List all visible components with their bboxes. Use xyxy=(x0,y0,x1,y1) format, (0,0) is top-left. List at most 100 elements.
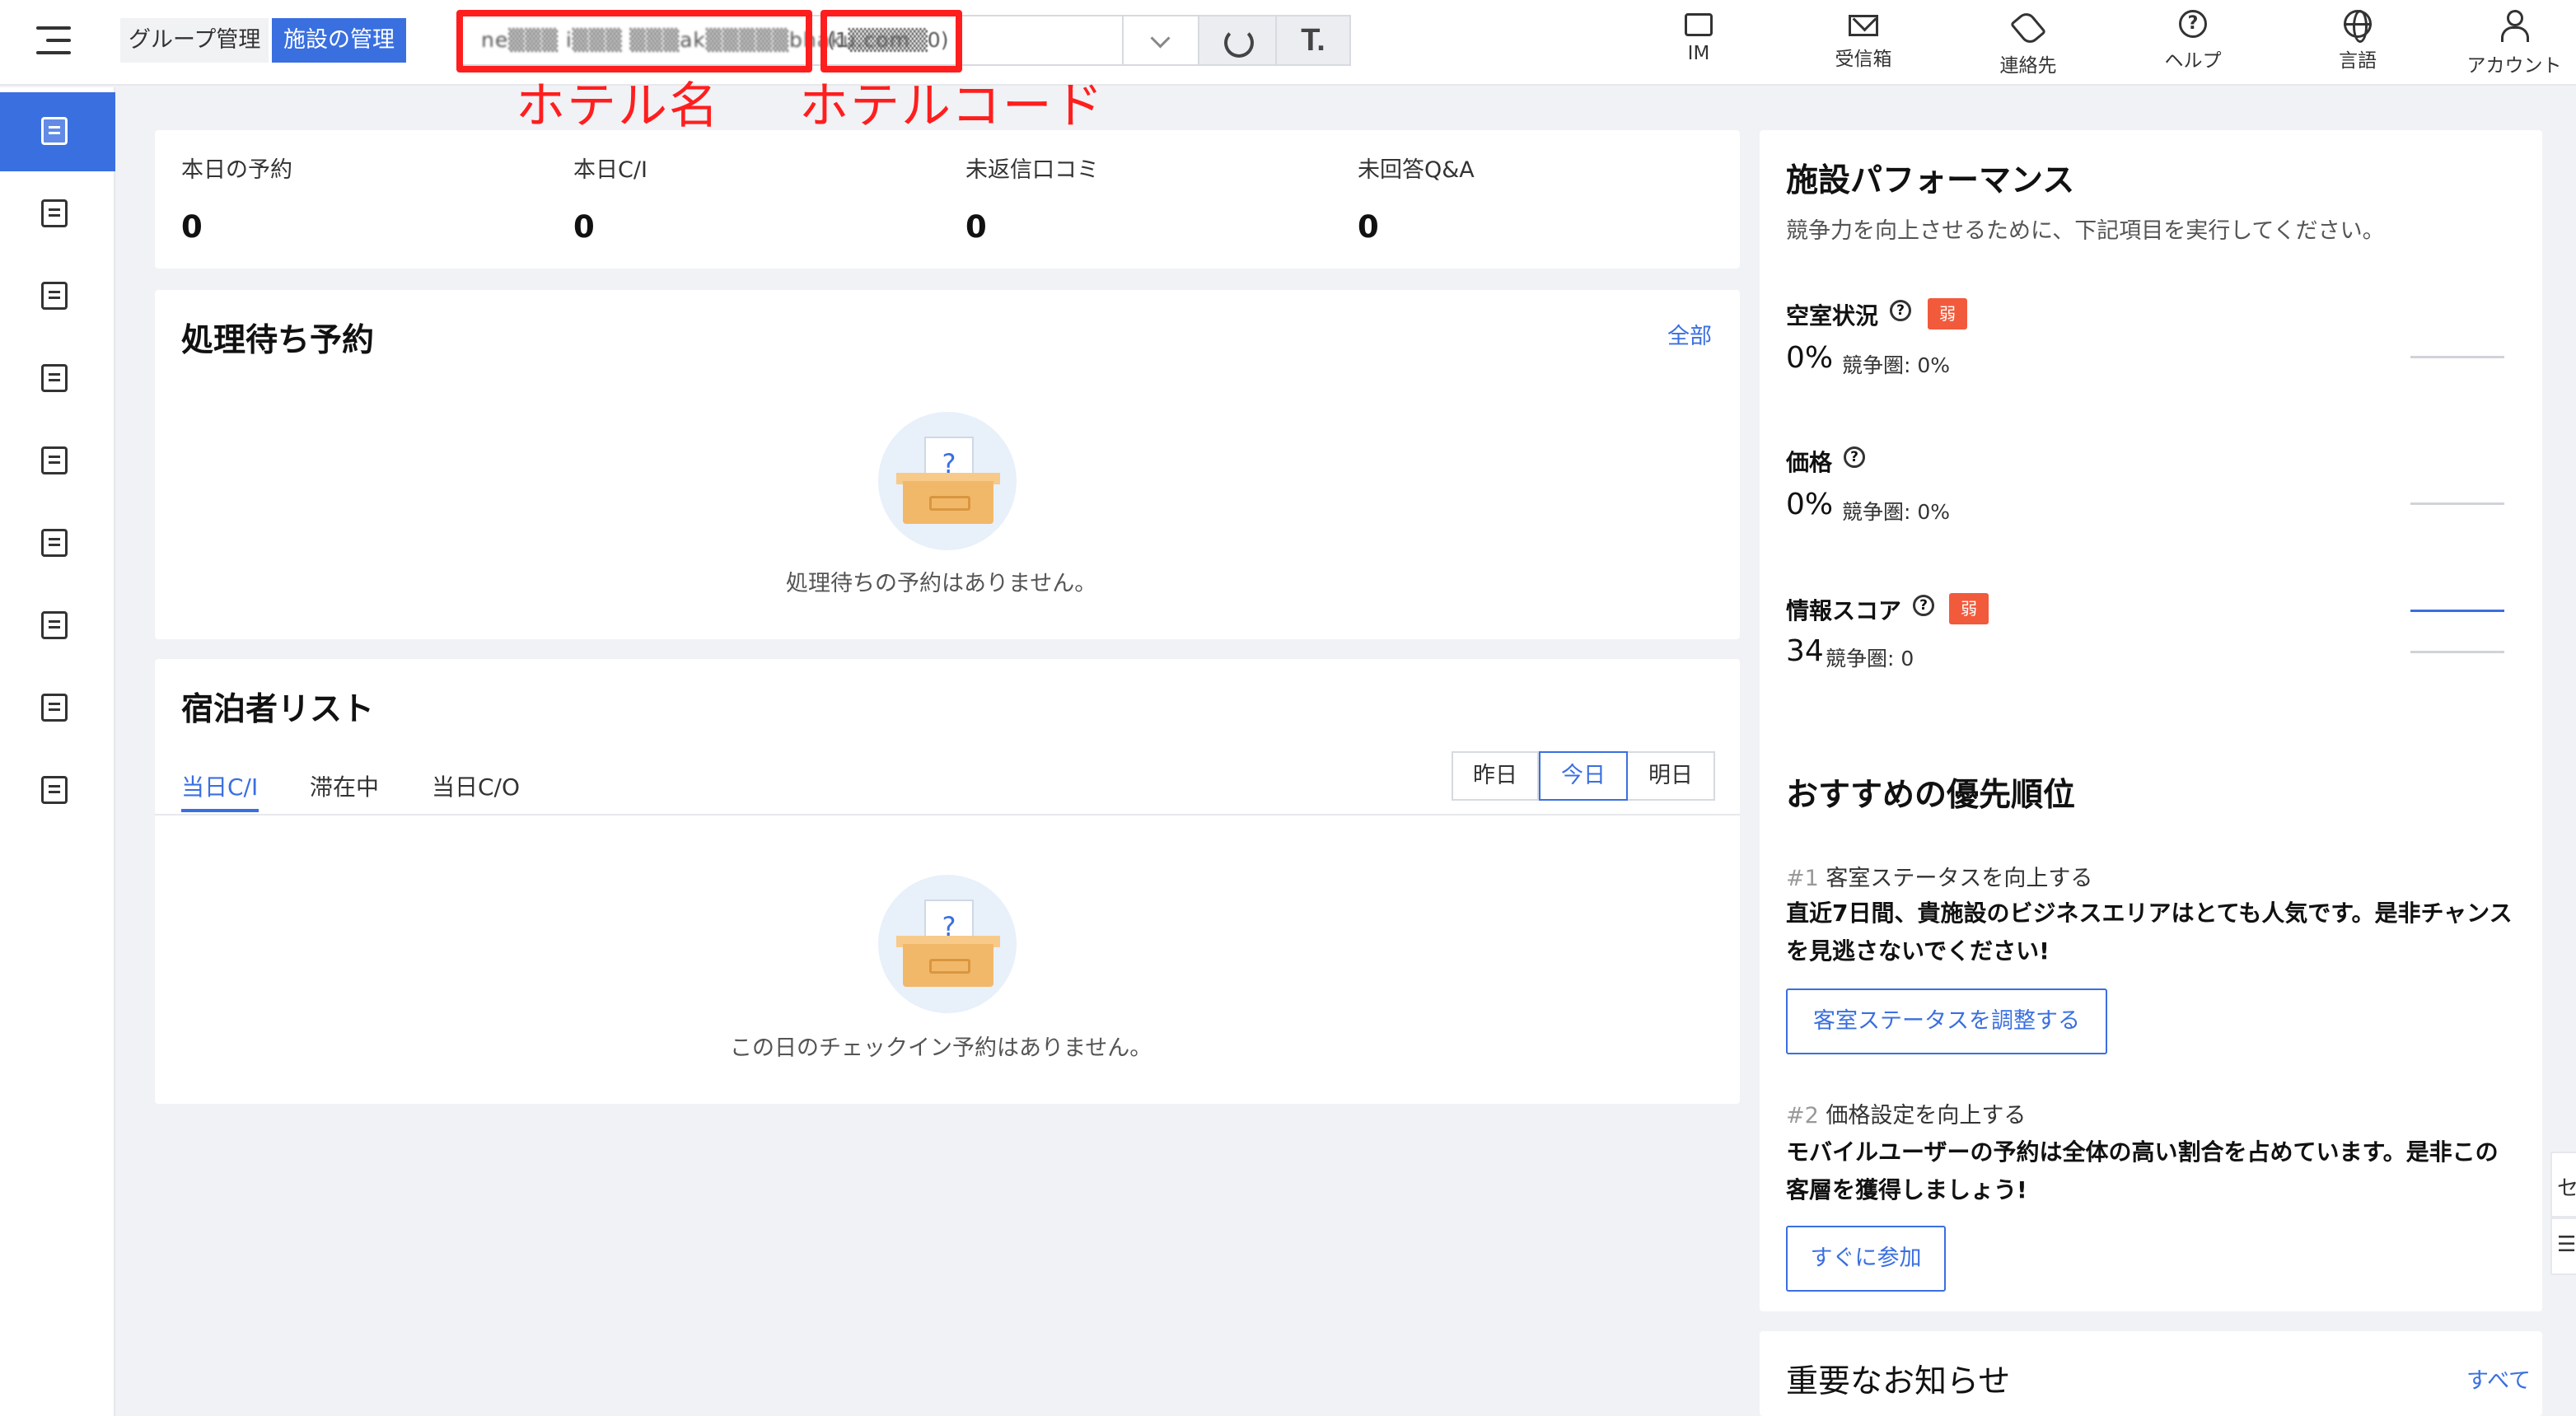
help-icon[interactable]: ? xyxy=(1890,300,1911,321)
day-yesterday-button[interactable]: 昨日 xyxy=(1453,753,1539,799)
notice-title: 重要なお知らせ xyxy=(1786,1363,2011,1400)
guest-list-title: 宿泊者リスト xyxy=(181,691,375,728)
active-tab-underline xyxy=(181,809,259,812)
text-tool-button[interactable]: T. xyxy=(1275,16,1349,64)
chevron-down-icon[interactable] xyxy=(1122,16,1198,64)
nav-contacts[interactable]: 連絡先 xyxy=(1962,8,2094,77)
weak-badge: 弱 xyxy=(1928,298,1967,329)
metric-availability-label: 空室状況 xyxy=(1786,302,1879,329)
join-now-button[interactable]: すぐに参加 xyxy=(1786,1226,1946,1292)
home-icon xyxy=(41,282,68,310)
hotel-code-highlight xyxy=(820,10,962,72)
notice-card: 重要なお知らせ すべて xyxy=(1760,1331,2542,1416)
stat-value-reservations[interactable]: 0 xyxy=(181,209,203,245)
facility-management-tab[interactable]: 施設の管理 xyxy=(272,18,406,63)
day-today-button[interactable]: 今日 xyxy=(1539,751,1628,801)
recommend-2-body-line2: 客層を獲得しましょう! xyxy=(1786,1176,2027,1203)
metric-info-score-label: 情報スコア xyxy=(1786,597,1902,624)
stat-value-reviews[interactable]: 0 xyxy=(965,209,987,245)
metric-price-sparkline xyxy=(2410,502,2504,505)
recommend-1-body-line1: 直近7日間、貴施設のビジネスエリアはとても人気です。是非チャンス xyxy=(1786,900,2513,927)
nav-inbox[interactable]: 受信箱 xyxy=(1798,8,1929,77)
dashboard-icon xyxy=(41,117,68,145)
sidebar-item-analytics[interactable] xyxy=(0,504,115,583)
metric-info-score-comp-sparkline xyxy=(2410,651,2504,653)
pending-title: 処理待ち予約 xyxy=(181,322,375,359)
stat-value-qa[interactable]: 0 xyxy=(1358,209,1379,245)
sidebar-item-list[interactable] xyxy=(0,422,115,501)
recommend-1-body-line2: を見逃さないでください! xyxy=(1786,937,2050,965)
pending-reservations-card: 処理待ち予約 全部 ? 処理待ちの予約はありません。 xyxy=(155,290,1740,639)
nav-language[interactable]: 言語 xyxy=(2292,8,2424,77)
adjust-room-status-button[interactable]: 客室ステータスを調整する xyxy=(1786,988,2107,1054)
sidebar-item-person[interactable] xyxy=(0,669,115,748)
mail-icon xyxy=(1849,15,1878,36)
globe-icon xyxy=(2344,10,2372,43)
sidebar xyxy=(0,87,115,1416)
tab-checkin-today[interactable]: 当日C/I xyxy=(181,769,258,802)
top-bar: グループ管理 施設の管理 ne▒▒▒ i▒▒▒ ▒▒▒ak▒▒▒▒▒bhaku.… xyxy=(0,0,2576,86)
nav-im[interactable]: IM xyxy=(1633,8,1765,77)
nav-account[interactable]: アカウント xyxy=(2457,8,2572,77)
pending-all-link[interactable]: 全部 xyxy=(1667,318,1712,350)
metric-price-comp: 競争圏: 0% xyxy=(1842,500,1951,524)
stat-label-reservations: 本日の予約 xyxy=(181,157,292,183)
sidebar-item-documents[interactable] xyxy=(0,175,115,254)
discount-icon xyxy=(41,364,68,392)
recommend-title: おすすめの優先順位 xyxy=(1786,777,2076,814)
pie-chart-icon xyxy=(41,529,68,557)
document-icon xyxy=(41,199,68,227)
list-icon xyxy=(41,446,68,474)
metric-info-score-sparkline xyxy=(2410,610,2504,612)
user-icon xyxy=(2498,10,2531,43)
hotel-name-annotation: ホテル名 xyxy=(516,77,720,135)
performance-subtitle: 競争力を向上させるために、下記項目を実行してください。 xyxy=(1786,218,2385,244)
person-icon xyxy=(41,694,68,722)
stat-label-reviews: 未返信口コミ xyxy=(965,157,1099,183)
stat-label-qa: 未回答Q&A xyxy=(1358,157,1475,183)
phone-icon xyxy=(2012,10,2045,43)
help-icon[interactable]: ? xyxy=(1913,595,1934,616)
refresh-icon[interactable] xyxy=(1198,16,1275,64)
weak-badge: 弱 xyxy=(1949,593,1989,624)
guest-list-card: 宿泊者リスト 当日C/I 滞在中 当日C/O 昨日 今日 明日 ? この日のチェ… xyxy=(155,659,1740,1104)
metric-info-score-value: 34 xyxy=(1786,634,1824,668)
hotel-code-annotation: ホテルコード xyxy=(799,77,1105,135)
edge-tab-bottom[interactable]: ☰ xyxy=(2550,1217,2576,1275)
recommend-2-body-line1: モバイルユーザーの予約は全体の高い割合を占めています。是非この xyxy=(1786,1138,2499,1166)
metric-availability-sparkline xyxy=(2410,356,2504,358)
chat-icon xyxy=(1685,13,1713,36)
notice-all-link[interactable]: すべて xyxy=(2466,1362,2531,1395)
tab-staying[interactable]: 滞在中 xyxy=(310,769,379,802)
pending-empty-text: 処理待ちの予約はありません。 xyxy=(786,571,1097,596)
performance-title: 施設パフォーマンス xyxy=(1786,162,2075,199)
edge-tab-top[interactable]: セ xyxy=(2550,1152,2576,1217)
group-management-tab[interactable]: グループ管理 xyxy=(120,18,269,63)
recommend-2-head: #2 価格設定を向上する xyxy=(1786,1103,2027,1129)
metric-price-value: 0% xyxy=(1786,488,1834,521)
sidebar-item-ads[interactable] xyxy=(0,586,115,666)
sidebar-item-dashboard[interactable] xyxy=(0,92,115,171)
hotel-name-highlight xyxy=(456,10,812,72)
sidebar-item-home[interactable] xyxy=(0,257,115,336)
empty-box-icon: ? xyxy=(878,875,1017,1013)
day-tomorrow-button[interactable]: 明日 xyxy=(1628,753,1713,799)
schedule-icon xyxy=(41,776,68,804)
help-icon: ? xyxy=(2179,10,2207,38)
sidebar-item-schedule[interactable] xyxy=(0,751,115,830)
stats-card: 本日の予約 0 本日C/I 0 未返信口コミ 0 未回答Q&A 0 xyxy=(155,130,1740,269)
metric-price-label: 価格 xyxy=(1786,449,1833,476)
metric-availability-comp: 競争圏: 0% xyxy=(1842,353,1951,377)
tab-checkout-today[interactable]: 当日C/O xyxy=(432,769,520,802)
empty-box-icon: ? xyxy=(878,412,1017,550)
recommend-1-head: #1 客室ステータスを向上する xyxy=(1786,866,2093,891)
sidebar-item-discount[interactable] xyxy=(0,339,115,418)
help-icon[interactable]: ? xyxy=(1844,446,1865,468)
metric-availability-value: 0% xyxy=(1786,341,1834,375)
guest-empty-text: この日のチェックイン予約はありません。 xyxy=(730,1035,1152,1061)
stat-value-checkin[interactable]: 0 xyxy=(573,209,595,245)
nav-help[interactable]: ? ヘルプ xyxy=(2127,8,2259,77)
menu-icon[interactable] xyxy=(36,26,71,56)
day-selector: 昨日 今日 明日 xyxy=(1452,751,1715,801)
stat-label-checkin: 本日C/I xyxy=(573,157,648,183)
